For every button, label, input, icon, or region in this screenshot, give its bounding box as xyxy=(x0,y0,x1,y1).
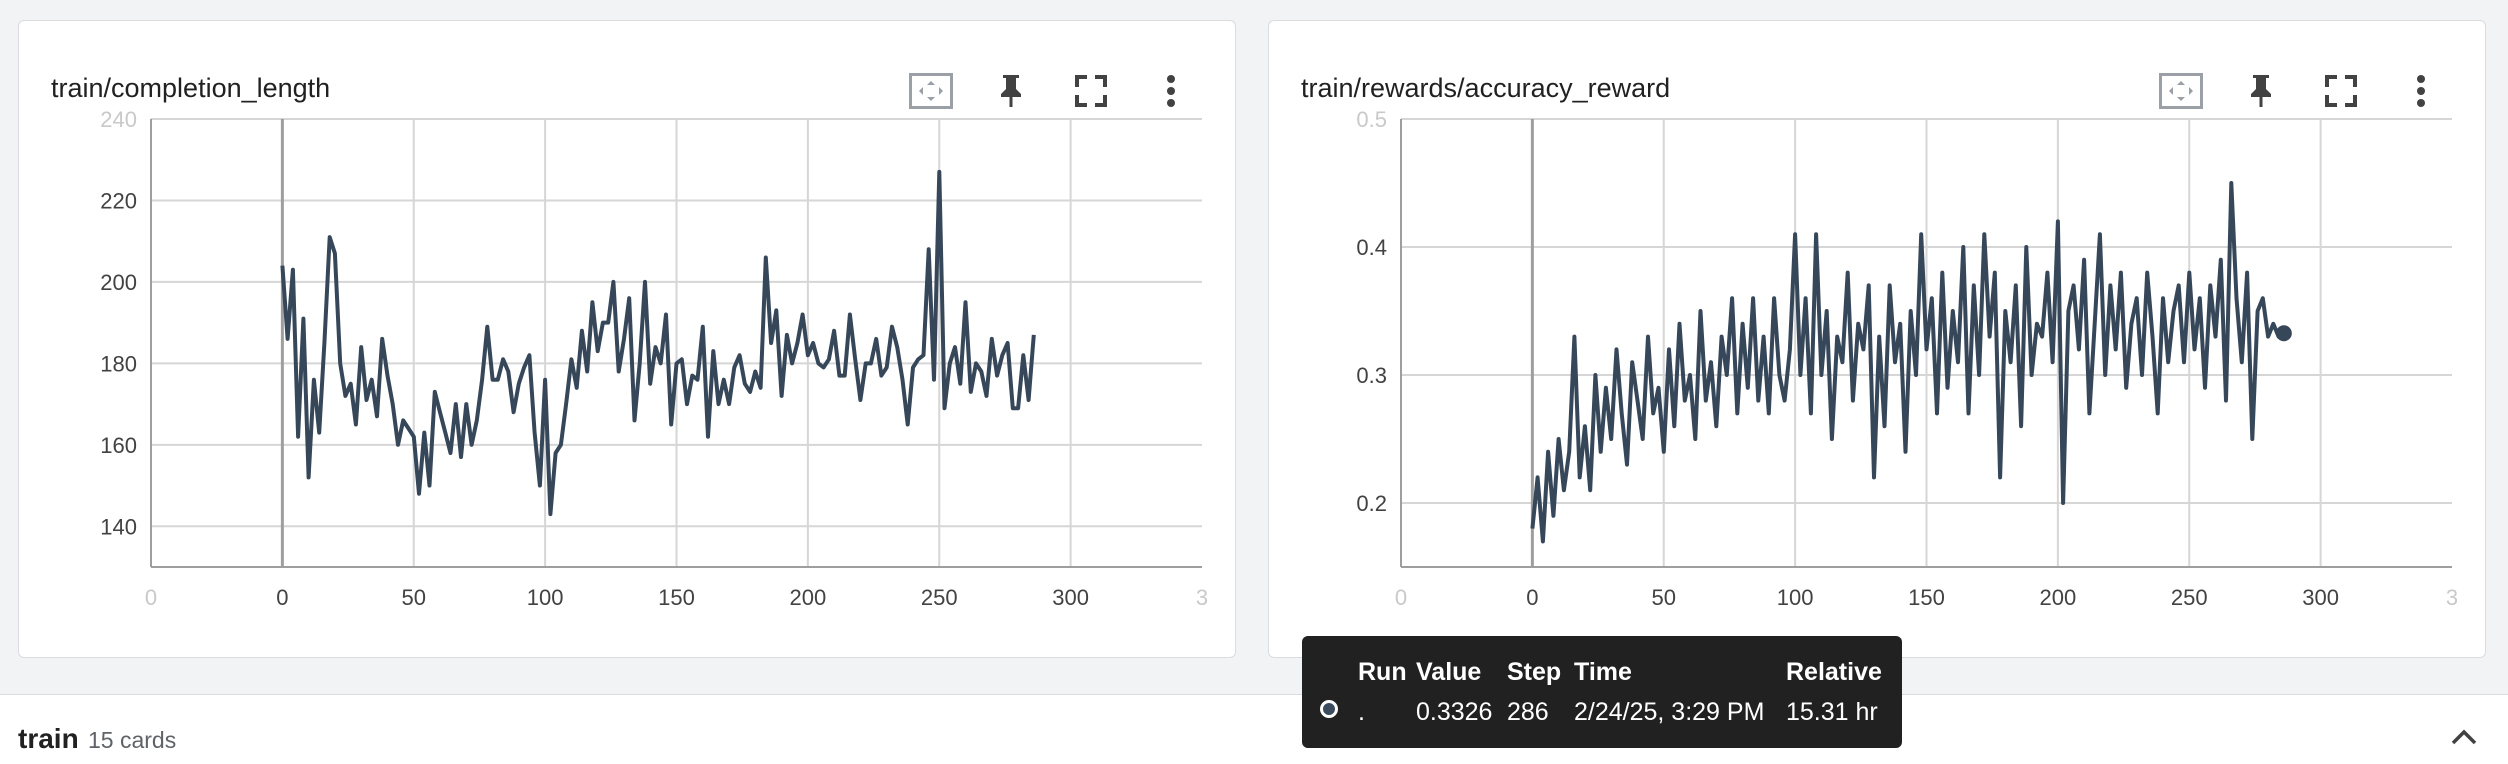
pin-button[interactable] xyxy=(2221,69,2301,113)
scalar-card-accuracy-reward: 0 0 50 100 150 200 250 300 3 0.5 0.4 0.3 0.2 train/r… xyxy=(1268,20,2486,658)
chart-grid xyxy=(151,118,1202,567)
fit-domain-icon xyxy=(909,73,953,109)
hover-point-marker xyxy=(2275,325,2292,342)
tooltip-step: 286 xyxy=(1507,698,1549,726)
fullscreen-icon xyxy=(2325,75,2357,107)
pin-icon xyxy=(2251,75,2271,107)
x-tick-label: 300 xyxy=(2302,585,2339,610)
fullscreen-button[interactable] xyxy=(1051,69,1131,113)
card-title: train/completion_length xyxy=(51,73,331,103)
card-toolbar xyxy=(2141,69,2461,113)
x-tick-label: 0 xyxy=(1526,585,1538,610)
tooltip-relative: 15.31 hr xyxy=(1786,698,1878,726)
y-tick-label: 160 xyxy=(100,433,137,458)
x-tick-label: 200 xyxy=(790,585,827,610)
card-title: train/rewards/accuracy_reward xyxy=(1301,73,1671,103)
tooltip-time: 2/24/25, 3:29 PM xyxy=(1574,698,1765,726)
x-tick-label: 100 xyxy=(527,585,564,610)
chevron-up-icon xyxy=(2451,729,2477,745)
x-tick-label: 0 xyxy=(1395,585,1407,610)
pin-icon xyxy=(1001,75,1021,107)
x-tick-label: 150 xyxy=(1908,585,1945,610)
x-tick-label: 300 xyxy=(1052,585,1089,610)
fullscreen-icon xyxy=(1075,75,1107,107)
y-tick-label: 0.5 xyxy=(1356,107,1387,132)
x-tick-label: 0 xyxy=(276,585,288,610)
y-tick-label: 200 xyxy=(100,270,137,295)
collapse-group-button[interactable] xyxy=(2442,715,2486,759)
series-line xyxy=(1530,181,2285,544)
tooltip-header-run: Run xyxy=(1358,658,1407,686)
card-group-header[interactable]: train 15 cards xyxy=(0,694,2508,764)
group-name: train xyxy=(18,723,79,754)
data-tooltip: Run Value Step Time Relative . 0.3326 28… xyxy=(1302,636,1902,748)
scalar-card-completion-length: 0 0 50 100 150 200 250 300 3 240 220 200 180 160 140 t… xyxy=(18,20,1236,658)
fullscreen-button[interactable] xyxy=(2301,69,2381,113)
more-vert-icon xyxy=(2417,75,2425,107)
x-tick-label: 50 xyxy=(1652,585,1676,610)
x-tick-label: 200 xyxy=(2040,585,2077,610)
y-tick-label: 0.2 xyxy=(1356,491,1387,516)
x-tick-label: 3 xyxy=(1196,585,1208,610)
x-tick-label: 0 xyxy=(145,585,157,610)
fit-domain-button[interactable] xyxy=(2141,69,2221,113)
x-tick-label: 250 xyxy=(921,585,958,610)
y-tick-label: 0.3 xyxy=(1356,363,1387,388)
line-chart-accuracy-reward[interactable]: 0 0 50 100 150 200 250 300 3 0.5 0.4 0.3 0.2 xyxy=(1269,21,2487,659)
tooltip-header-step: Step xyxy=(1507,658,1562,686)
x-tick-label: 100 xyxy=(1777,585,1814,610)
x-tick-label: 250 xyxy=(2171,585,2208,610)
pin-button[interactable] xyxy=(971,69,1051,113)
card-toolbar xyxy=(891,69,1211,113)
tooltip-header-time: Time xyxy=(1574,658,1632,686)
more-options-button[interactable] xyxy=(1131,69,1211,113)
more-options-button[interactable] xyxy=(2381,69,2461,113)
tooltip-value: 0.3326 xyxy=(1416,698,1493,726)
run-color-swatch xyxy=(1320,700,1338,718)
line-chart-completion-length[interactable]: 0 0 50 100 150 200 250 300 3 240 220 200 180 160 140 xyxy=(19,21,1237,659)
tooltip-header-relative: Relative xyxy=(1786,658,1882,686)
y-tick-label: 140 xyxy=(100,514,137,539)
x-tick-label: 50 xyxy=(402,585,426,610)
fit-domain-button[interactable] xyxy=(891,69,971,113)
group-card-count: 15 cards xyxy=(88,727,177,753)
fit-domain-icon xyxy=(2159,73,2203,109)
x-tick-label: 150 xyxy=(658,585,695,610)
series-points xyxy=(282,172,1034,514)
tooltip-header-value: Value xyxy=(1416,658,1482,686)
y-tick-label: 0.4 xyxy=(1356,235,1387,260)
y-tick-label: 220 xyxy=(100,188,137,213)
tooltip-run: . xyxy=(1358,698,1365,726)
x-tick-label: 3 xyxy=(2446,585,2458,610)
y-tick-label: 180 xyxy=(100,351,137,376)
y-tick-label: 240 xyxy=(100,107,137,132)
series-line xyxy=(280,169,1036,517)
more-vert-icon xyxy=(1167,75,1175,107)
